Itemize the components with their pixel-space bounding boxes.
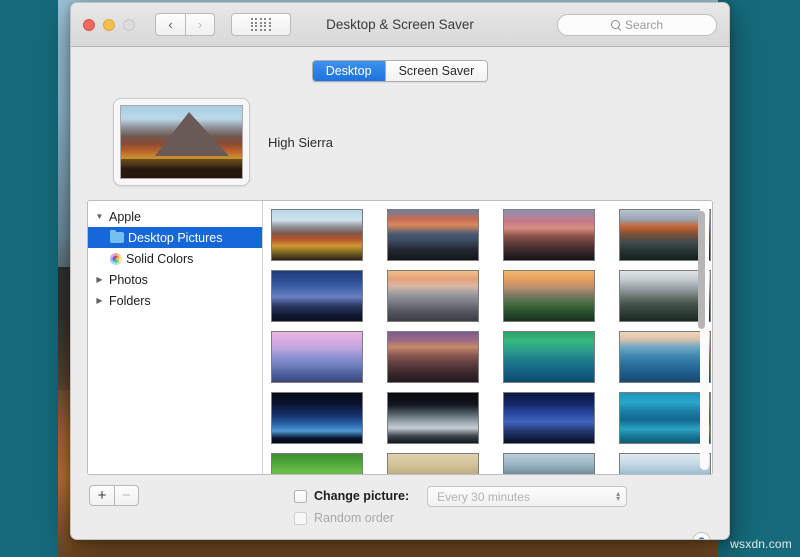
help-button[interactable]: ? xyxy=(692,532,711,539)
wallpaper-grid-pane[interactable] xyxy=(263,201,712,474)
wallpaper-thumbnail[interactable] xyxy=(503,331,595,383)
segmented-tabs: Desktop Screen Saver xyxy=(311,60,489,82)
random-order-row: Random order xyxy=(294,507,627,529)
wallpaper-thumbnail[interactable] xyxy=(503,392,595,444)
add-remove-folder-buttons: + − xyxy=(89,485,139,506)
chevron-right-icon: › xyxy=(197,17,203,32)
search-input[interactable]: Search xyxy=(557,13,717,36)
search-placeholder: Search xyxy=(624,17,664,32)
show-all-grid-icon xyxy=(250,18,272,31)
disclosure-triangle-right-icon[interactable]: ▶ xyxy=(94,296,105,305)
minimize-button-icon[interactable] xyxy=(103,18,115,31)
add-folder-button[interactable]: + xyxy=(89,485,114,506)
tab-desktop[interactable]: Desktop xyxy=(312,61,385,81)
tab-bar: Desktop Screen Saver xyxy=(87,60,713,82)
close-button-icon[interactable] xyxy=(83,18,95,31)
wallpaper-thumbnail[interactable] xyxy=(503,453,595,474)
disclosure-triangle-down-icon[interactable]: ▼ xyxy=(94,212,105,221)
wallpaper-thumbnail[interactable] xyxy=(503,270,595,322)
sidebar-item-label: Desktop Pictures xyxy=(128,230,223,245)
change-interval-value: Every 30 minutes xyxy=(437,489,530,504)
remove-folder-button: − xyxy=(114,485,139,506)
current-wallpaper-preview: High Sierra xyxy=(87,98,713,186)
sidebar-item-solid-colors[interactable]: Solid Colors xyxy=(88,248,262,269)
preview-image xyxy=(120,105,243,179)
wallpaper-thumbnail[interactable] xyxy=(387,270,479,322)
change-interval-select[interactable]: Every 30 minutes ▴ ▾ xyxy=(427,486,628,507)
watermark: wsxdn.com xyxy=(730,537,792,551)
sidebar-item-folders[interactable]: ▶ Folders xyxy=(88,290,262,311)
wallpaper-thumbnail[interactable] xyxy=(271,331,363,383)
chevron-updown-icon: ▴ ▾ xyxy=(616,488,621,503)
preview-wallpaper-name: High Sierra xyxy=(268,134,334,150)
wallpaper-thumbnail[interactable] xyxy=(387,453,479,474)
navigation-buttons: ‹ › xyxy=(155,13,215,36)
sidebar-item-label: Solid Colors xyxy=(126,251,194,266)
color-wheel-icon xyxy=(110,252,122,265)
chevron-left-icon: ‹ xyxy=(168,17,173,32)
wallpaper-thumbnail[interactable] xyxy=(619,392,711,444)
random-order-label: Random order xyxy=(314,511,394,525)
bottom-controls: + − Change picture: Every 30 minutes ▴ ▾ xyxy=(87,485,713,539)
wallpaper-thumbnail[interactable] xyxy=(271,270,363,322)
wallpaper-thumbnail[interactable] xyxy=(271,209,363,261)
search-icon xyxy=(610,20,620,29)
wallpaper-thumbnail[interactable] xyxy=(619,331,711,383)
disclosure-triangle-right-icon[interactable]: ▶ xyxy=(94,275,105,284)
sidebar-item-apple[interactable]: ▼ Apple xyxy=(88,206,262,227)
system-preferences-window: ‹ › Desktop & Screen Saver Search Deskto… xyxy=(70,2,730,540)
wallpaper-thumbnail[interactable] xyxy=(271,392,363,444)
forward-button: › xyxy=(185,13,215,36)
zoom-button-icon xyxy=(123,18,135,31)
wallpaper-grid xyxy=(271,209,712,474)
wallpaper-thumbnail[interactable] xyxy=(387,392,479,444)
grid-scrollbar-thumb[interactable] xyxy=(698,211,705,329)
wallpaper-thumbnail[interactable] xyxy=(387,331,479,383)
back-button[interactable]: ‹ xyxy=(155,13,185,36)
change-picture-row: Change picture: Every 30 minutes ▴ ▾ xyxy=(294,485,628,507)
change-picture-checkbox[interactable] xyxy=(294,489,307,503)
sidebar-item-label: Apple xyxy=(109,209,141,224)
wallpaper-thumbnail[interactable] xyxy=(387,209,479,261)
source-list: ▼ Apple Desktop Pictures Solid Colors ▶ … xyxy=(88,201,263,474)
wallpaper-thumbnail[interactable] xyxy=(619,453,711,474)
change-picture-label: Change picture: xyxy=(314,489,410,503)
sidebar-item-label: Photos xyxy=(109,272,148,287)
window-titlebar[interactable]: ‹ › Desktop & Screen Saver Search xyxy=(71,3,729,47)
tab-screen-saver[interactable]: Screen Saver xyxy=(384,61,488,81)
wallpaper-thumbnail[interactable] xyxy=(271,453,363,474)
wallpaper-thumbnail[interactable] xyxy=(503,209,595,261)
preview-frame[interactable] xyxy=(113,98,250,186)
folder-icon xyxy=(110,229,124,243)
sidebar-item-photos[interactable]: ▶ Photos xyxy=(88,269,262,290)
sidebar-item-label: Folders xyxy=(109,293,151,308)
traffic-lights xyxy=(83,18,135,31)
change-picture-block: Change picture: Every 30 minutes ▴ ▾ Ran… xyxy=(294,485,628,529)
show-all-button[interactable] xyxy=(231,13,291,36)
random-order-checkbox xyxy=(294,511,307,525)
grid-scrollbar-track[interactable] xyxy=(698,205,709,470)
window-content: Desktop Screen Saver High Sierra ▼ Apple… xyxy=(71,47,729,539)
sidebar-item-desktop-pictures[interactable]: Desktop Pictures xyxy=(88,227,262,248)
source-and-grid-panel: ▼ Apple Desktop Pictures Solid Colors ▶ … xyxy=(87,200,713,475)
